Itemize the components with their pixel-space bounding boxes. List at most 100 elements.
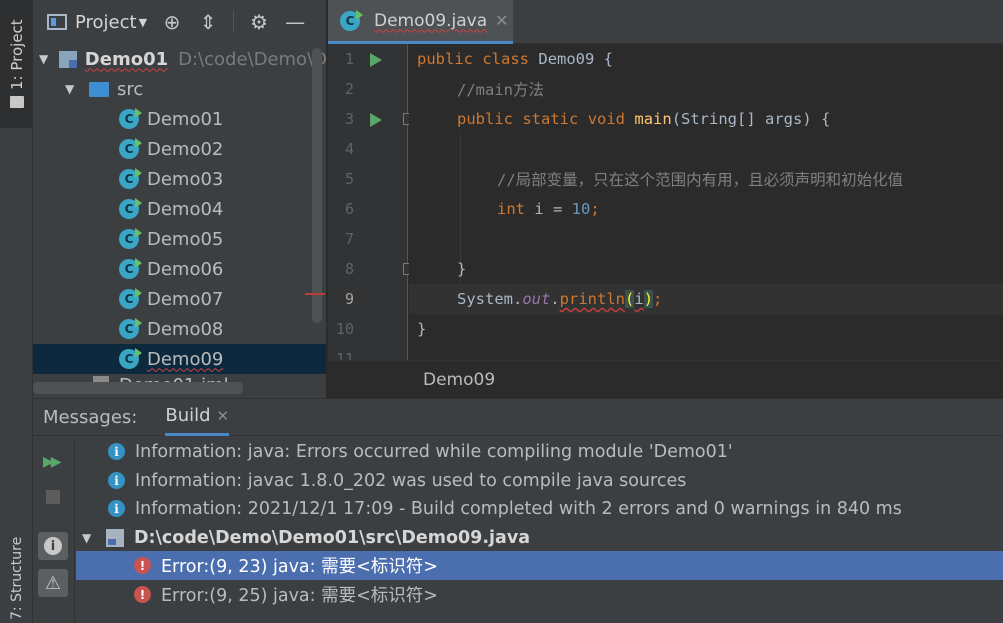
error-item[interactable]: ! Error:(9, 23) java: 需要<标识符>: [76, 551, 1003, 580]
line-number: 3: [344, 110, 354, 128]
divider: [233, 11, 235, 33]
show-info-toggle[interactable]: i: [38, 532, 68, 560]
java-class-icon: C: [119, 228, 142, 249]
static-field: out: [522, 290, 551, 308]
class-name: Demo09 {: [538, 50, 614, 68]
comment: //main方法: [457, 81, 544, 99]
module-folder-icon: [58, 50, 77, 68]
run-main-icon[interactable]: [370, 113, 382, 127]
code-text: ): [643, 290, 654, 308]
tab-build[interactable]: Build ✕: [165, 399, 230, 436]
code-editor[interactable]: public class Demo09 { //main方法 public st…: [409, 44, 1003, 360]
class-label: Demo05: [147, 228, 224, 250]
method-name: main: [634, 110, 672, 128]
project-tool-label: 1: Project: [8, 19, 26, 90]
tree-class-item[interactable]: C Demo07: [33, 284, 326, 314]
java-class-icon: C: [119, 168, 142, 189]
class-label: Demo07: [147, 288, 224, 310]
folder-icon: [10, 96, 24, 108]
keyword: class: [482, 50, 530, 68]
line-number: 2: [344, 80, 354, 98]
line-number: 10: [335, 320, 354, 338]
src-folder-label: src: [117, 78, 144, 100]
java-file-icon: [106, 528, 124, 547]
java-class-icon: C: [119, 108, 142, 129]
tab-demo09-java[interactable]: C Demo09.java ✕: [328, 0, 513, 44]
chevron-down-icon: ▼: [138, 15, 148, 29]
source-folder-icon: [89, 81, 109, 97]
java-class-icon: C: [119, 288, 142, 309]
java-class-icon: C: [340, 9, 363, 31]
close-icon[interactable]: ✕: [217, 407, 230, 425]
tree-class-item[interactable]: C Demo01: [33, 104, 326, 134]
project-panel-header: Project ▼ ⊕ ⇕ ⚙ —: [33, 0, 326, 44]
locate-icon[interactable]: ⊕: [161, 10, 183, 34]
list-item[interactable]: i Information: 2021/12/1 17:09 - Build co…: [76, 494, 1003, 523]
line-number: 6: [344, 200, 354, 218]
code-text: (: [625, 290, 635, 308]
error-item[interactable]: ! Error:(9, 25) java: 需要<标识符>: [76, 580, 1003, 609]
tree-class-item[interactable]: C Demo03: [33, 164, 326, 194]
expand-arrow-icon[interactable]: ▼: [65, 82, 79, 96]
tool-window-strip: 1: Project 7: Structure: [0, 0, 33, 623]
expand-arrow-icon[interactable]: ▼: [82, 531, 96, 545]
project-tool-tab[interactable]: 1: Project: [0, 0, 33, 128]
tree-class-item[interactable]: C Demo02: [33, 134, 326, 164]
root-module-path: D:\code\Demo\D: [178, 48, 327, 70]
code-line-9: System. out. println(i);: [409, 284, 1003, 314]
java-class-icon: C: [119, 138, 142, 159]
java-class-icon: C: [119, 318, 142, 339]
warning-icon[interactable]: ⚠: [38, 569, 68, 597]
collapse-all-icon[interactable]: ⇕: [197, 10, 219, 34]
close-icon[interactable]: ✕: [495, 11, 508, 30]
list-item[interactable]: i Information: javac 1.8.0_202 was used t…: [76, 466, 1003, 495]
project-view-dropdown[interactable]: Project ▼: [75, 12, 147, 33]
code-text: System.: [457, 290, 523, 308]
messages-list: i Information: java: Errors occurred whil…: [76, 437, 1003, 623]
tree-class-item[interactable]: C Demo09: [33, 344, 326, 374]
class-label: Demo06: [147, 258, 224, 280]
run-class-icon[interactable]: [370, 53, 382, 67]
project-view-icon: [47, 14, 67, 30]
error-text: Error:(9, 25) java: 需要<标识符>: [161, 586, 438, 606]
breadcrumb-item[interactable]: Demo09: [423, 370, 495, 390]
stop-icon[interactable]: [46, 490, 60, 504]
message-text: Information: java: Errors occurred while…: [135, 441, 733, 462]
line-number: 7: [344, 230, 354, 248]
info-icon: i: [44, 537, 62, 555]
tree-root-demo01[interactable]: ▼ Demo01 D:\code\Demo\D: [33, 44, 327, 74]
tree-class-item[interactable]: C Demo08: [33, 314, 326, 344]
class-label: Demo02: [147, 138, 224, 160]
vertical-scrollbar[interactable]: [312, 48, 322, 323]
gear-icon[interactable]: ⚙: [248, 10, 270, 34]
java-class-icon: C: [119, 258, 142, 279]
tree-class-item[interactable]: C Demo06: [33, 254, 326, 284]
expand-arrow-icon[interactable]: ▼: [39, 52, 51, 66]
tree-src-folder[interactable]: ▼ src: [33, 74, 326, 104]
horizontal-scrollbar[interactable]: [33, 382, 243, 394]
message-text: Information: javac 1.8.0_202 was used to…: [135, 470, 687, 491]
code-line-8: }: [409, 254, 1003, 284]
hide-icon[interactable]: —: [284, 10, 306, 34]
list-item[interactable]: i Information: java: Errors occurred whil…: [76, 437, 1003, 466]
messages-label: Messages:: [43, 406, 138, 428]
file-node[interactable]: ▼ D:\code\Demo\Demo01\src\Demo09.java: [76, 523, 1003, 552]
class-label: Demo03: [147, 168, 224, 190]
tree-class-item[interactable]: C Demo05: [33, 224, 326, 254]
editor-gutter[interactable]: 1 2 3 4 5 6 7 8 9 10 11: [328, 44, 414, 368]
rerun-icon[interactable]: ▶▶: [43, 454, 61, 470]
code-text: ;: [590, 200, 600, 218]
keyword: void: [587, 110, 626, 128]
keyword: public: [457, 110, 513, 128]
info-icon: i: [108, 472, 125, 489]
editor-tab-label: Demo09.java: [374, 10, 488, 31]
tree-class-item[interactable]: C Demo04: [33, 194, 326, 224]
line-number: 5: [344, 170, 354, 188]
editor-tab-bar: C Demo09.java ✕: [328, 0, 1003, 44]
java-class-icon: C: [119, 348, 142, 369]
code-text: i =: [525, 200, 572, 218]
line-number: 1: [344, 50, 354, 68]
info-icon: i: [108, 443, 125, 460]
code-text: }: [417, 320, 427, 338]
code-text: i: [634, 290, 644, 308]
